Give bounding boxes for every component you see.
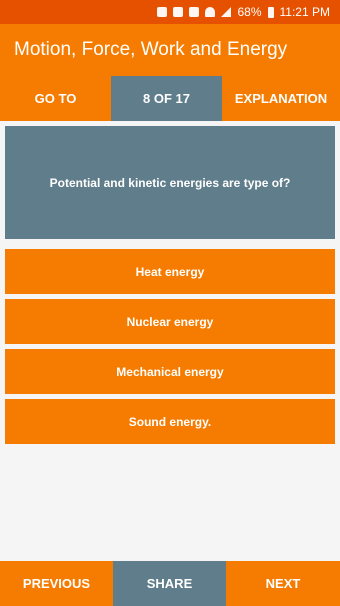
option-3-button[interactable]: Mechanical energy <box>5 349 335 394</box>
explanation-button[interactable]: EXPLANATION <box>222 76 340 121</box>
app-bar: Motion, Force, Work and Energy <box>0 24 340 76</box>
bottom-navigation: PREVIOUS SHARE NEXT <box>0 561 340 606</box>
question-text: Potential and kinetic energies are type … <box>49 175 291 190</box>
option-4-button[interactable]: Sound energy. <box>5 399 335 444</box>
status-bar: 68% 11:21 PM <box>0 0 340 24</box>
file-icon <box>173 7 184 17</box>
option-1-button[interactable]: Heat energy <box>5 249 335 294</box>
question-card: Potential and kinetic energies are type … <box>5 126 335 239</box>
signal-icon <box>221 7 232 17</box>
option-2-button[interactable]: Nuclear energy <box>5 299 335 344</box>
top-navigation: GO TO 8 OF 17 EXPLANATION <box>0 76 340 121</box>
next-button[interactable]: NEXT <box>226 561 340 606</box>
share-button[interactable]: SHARE <box>113 561 226 606</box>
clock: 11:21 PM <box>279 5 330 19</box>
image-icon <box>189 7 200 17</box>
previous-button[interactable]: PREVIOUS <box>0 561 113 606</box>
wifi-icon <box>205 7 216 17</box>
notification-icon <box>157 7 168 17</box>
app-title: Motion, Force, Work and Energy <box>14 39 288 60</box>
battery-icon <box>267 6 274 18</box>
battery-percent: 68% <box>237 5 262 19</box>
question-progress: 8 OF 17 <box>111 76 222 121</box>
answer-options: Heat energy Nuclear energy Mechanical en… <box>5 249 335 449</box>
goto-button[interactable]: GO TO <box>0 76 111 121</box>
